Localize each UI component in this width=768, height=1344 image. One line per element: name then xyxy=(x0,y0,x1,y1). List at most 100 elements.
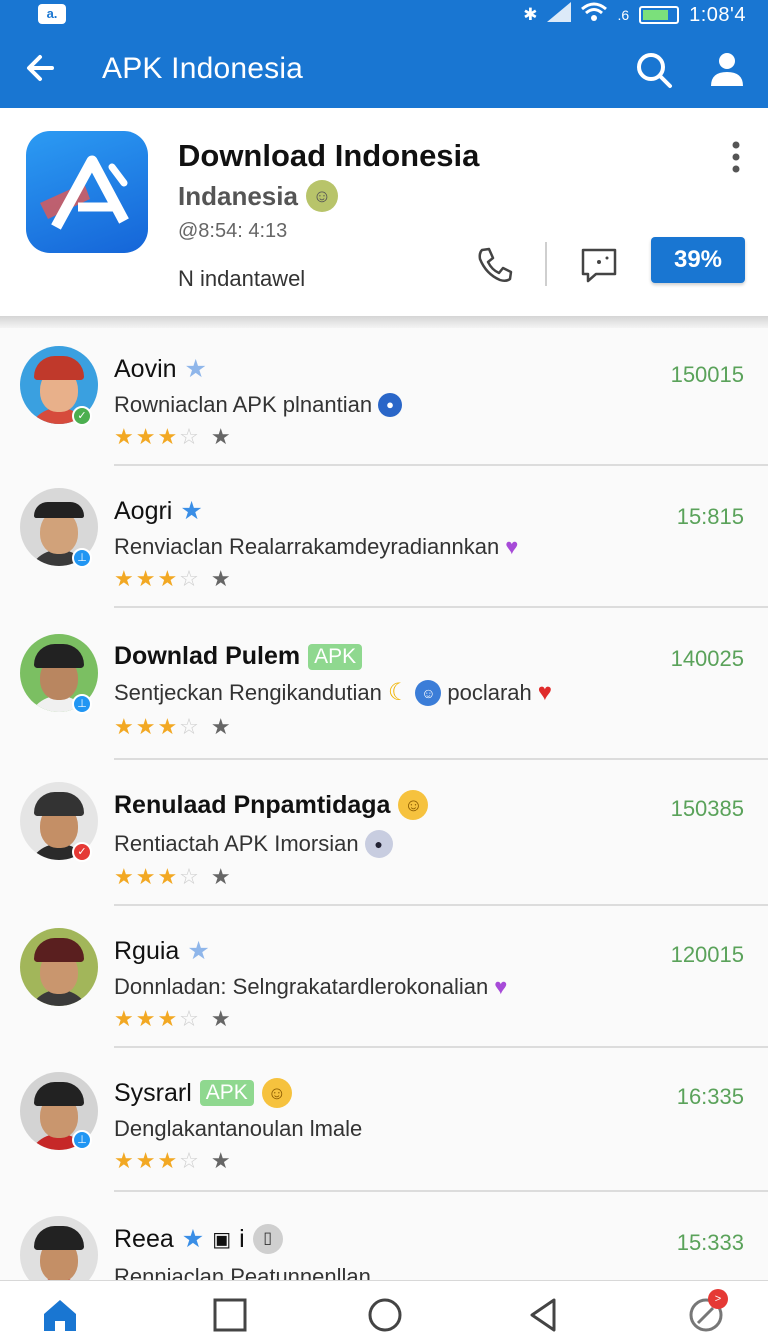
list-item[interactable]: ⊥ Downlad Pulem APK 140025 Sentjeckan Re… xyxy=(0,612,768,760)
rating-stars: ★★★☆ ★ xyxy=(114,1148,233,1173)
list-item[interactable]: Reea ★ ▣ i ▯ 15:333 Renniaclan Peatunnen… xyxy=(0,1192,768,1280)
item-name: Aogri xyxy=(114,496,173,525)
header-shadow xyxy=(0,316,768,328)
home-icon[interactable] xyxy=(40,1295,80,1335)
rating-stars: ★★★☆ ★ xyxy=(114,1006,233,1031)
item-title: Downlad Pulem APK xyxy=(114,642,363,671)
item-title: Renulaad Pnpamtidaga ☺ xyxy=(114,790,429,820)
app-bar: APK Indonesia xyxy=(0,30,768,108)
list-item[interactable]: ⊥ Sysrarl APK ☺ 16:335 Denglakantanoulan… xyxy=(0,1048,768,1192)
purple-heart-icon: ♥ xyxy=(494,974,508,999)
phone-icon[interactable] xyxy=(474,244,516,286)
status-icons: ✱ .6 1:08'4 xyxy=(523,1,746,29)
item-description: Renviaclan Realarrakamdeyradiannkan ♥ xyxy=(114,534,518,560)
app-list: ✓ Aovin ★ 150015 Rowniaclan APK plnantia… xyxy=(0,328,768,1280)
message-icon[interactable] xyxy=(578,244,620,286)
divider xyxy=(114,464,768,466)
item-time: 150385 xyxy=(670,796,744,821)
app-subtitle: N indantawel xyxy=(178,266,306,291)
back-arrow-icon[interactable] xyxy=(22,48,62,88)
item-description: Donnladan: Selngrakatardlerokonalian ♥ xyxy=(114,974,507,1000)
item-time: 16:335 xyxy=(676,1084,744,1109)
app-header-card: Download Indonesia Indanesia ☺ @8:54: 4:… xyxy=(0,108,768,318)
notification-icon: a. xyxy=(38,4,66,24)
badge-icon: ⊥ xyxy=(72,694,92,714)
item-title: Aogri ★ xyxy=(114,496,203,526)
item-description: Renniaclan Peatunnenllan xyxy=(114,1264,371,1280)
avatar xyxy=(20,1216,98,1280)
star-icon: ★ xyxy=(187,937,210,965)
star-icon: ★ xyxy=(181,1225,205,1253)
item-desc-tail: poclarah xyxy=(447,679,532,705)
app-developer[interactable]: Indanesia ☺ xyxy=(178,180,338,212)
item-description: Rowniaclan APK plnantian ● xyxy=(114,392,403,418)
smiley-icon: ☺ xyxy=(261,1078,292,1108)
item-desc-text: Rentiactah APK Imorsian xyxy=(114,831,359,856)
purple-heart-icon: ♥ xyxy=(505,534,519,559)
developer-label: Indanesia xyxy=(178,180,298,211)
item-desc-text: Rowniaclan APK plnantian xyxy=(114,392,373,417)
clock: 1:08'4 xyxy=(689,3,746,26)
back-triangle-icon[interactable] xyxy=(524,1295,564,1335)
item-time: 140025 xyxy=(670,646,744,671)
list-item[interactable]: ✓ Aovin ★ 150015 Rowniaclan APK plnantia… xyxy=(0,328,768,470)
phone-emoji-icon: ▯ xyxy=(252,1224,283,1254)
list-item[interactable]: ⊥ Aogri ★ 15:815 Renviaclan Realarrakamd… xyxy=(0,470,768,612)
rating-stars: ★★★☆ ★ xyxy=(114,566,233,591)
item-name: Downlad Pulem xyxy=(114,642,301,670)
item-name: Renulaad Pnpamtidaga xyxy=(114,790,391,819)
network-label: .6 xyxy=(617,7,630,23)
item-name: Rguia xyxy=(114,936,180,965)
ball-emoji-icon: ● xyxy=(364,830,393,858)
item-name: Aovin xyxy=(114,354,177,383)
item-desc-text: Donnladan: Selngrakatardlerokonalian xyxy=(114,974,489,999)
item-title: Rguia ★ xyxy=(114,936,210,966)
item-title: Reea ★ ▣ i ▯ xyxy=(114,1224,283,1254)
verified-badge-icon: ✓ xyxy=(72,406,92,426)
bottom-navigation: > xyxy=(0,1280,768,1344)
developer-emoji-icon: ☺ xyxy=(305,180,338,212)
item-name-suffix: i xyxy=(239,1224,245,1253)
item-name: Sysrarl xyxy=(114,1078,192,1107)
star-icon: ★ xyxy=(184,355,207,383)
badge-icon: ✓ xyxy=(72,842,92,862)
list-item[interactable]: Rguia ★ 120015 Donnladan: Selngrakatardl… xyxy=(0,906,768,1048)
app-name: Download Indonesia xyxy=(178,138,480,173)
rating-stars: ★★★☆ ★ xyxy=(114,864,233,889)
item-name: Reea xyxy=(114,1224,174,1253)
item-title: Aovin ★ xyxy=(114,354,207,384)
item-time: 150015 xyxy=(670,362,744,387)
moon-icon: ☾ xyxy=(387,679,410,706)
status-bar: a. ✱ .6 1:08'4 xyxy=(0,0,768,30)
badge-icon: ⊥ xyxy=(72,1130,92,1150)
battery-icon xyxy=(639,6,680,24)
item-description: Sentjeckan Rengikandutian ☾ ☺ poclarah ♥ xyxy=(114,678,552,707)
smiley-icon: ☺ xyxy=(398,790,429,820)
rating-stars: ★★★☆ ★ xyxy=(114,424,233,449)
red-heart-icon: ♥ xyxy=(537,678,553,706)
badge-icon: ⊥ xyxy=(72,548,92,568)
list-item[interactable]: ✓ Renulaad Pnpamtidaga ☺ 150385 Rentiact… xyxy=(0,760,768,906)
apk-tag: APK xyxy=(308,643,363,670)
divider xyxy=(114,606,768,608)
progress-button[interactable]: 39% xyxy=(651,237,745,283)
item-time: 15:333 xyxy=(676,1230,744,1255)
signal-icon xyxy=(547,1,572,29)
star-icon: ★ xyxy=(180,497,203,525)
globe-emoji-icon: ● xyxy=(378,393,403,417)
app-meta: @8:54: 4:13 xyxy=(178,220,288,242)
square-icon[interactable] xyxy=(210,1295,250,1335)
search-icon[interactable] xyxy=(634,50,674,90)
item-title: Sysrarl APK ☺ xyxy=(114,1078,292,1108)
apk-tag: APK xyxy=(199,1080,254,1106)
item-time: 120015 xyxy=(670,942,744,967)
item-time: 15:815 xyxy=(676,504,744,529)
divider xyxy=(545,242,547,286)
account-icon[interactable] xyxy=(706,48,748,90)
person-emoji-icon: ☺ xyxy=(415,679,442,706)
rating-stars: ★★★☆ ★ xyxy=(114,714,233,739)
app-logo-icon xyxy=(26,131,148,253)
more-options-icon[interactable] xyxy=(722,140,750,174)
page-title: APK Indonesia xyxy=(102,52,304,85)
circle-icon[interactable] xyxy=(365,1295,405,1335)
